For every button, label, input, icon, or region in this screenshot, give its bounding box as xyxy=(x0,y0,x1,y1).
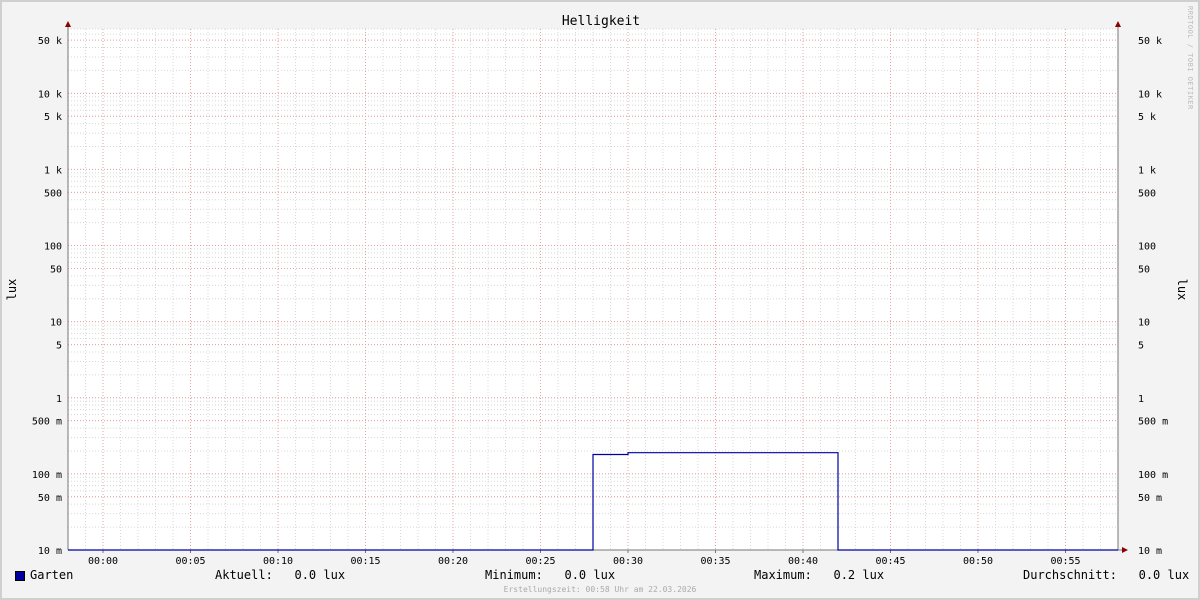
y-tick-label-left: 500 m xyxy=(32,417,62,428)
chart-frame: 50 k 50 k 10 k 10 k5 k5 k1 k1 k 500 500 100 100… xyxy=(0,0,1200,600)
y-tick-label-right: 50 xyxy=(1138,264,1150,275)
x-tick-label: 00:00 xyxy=(88,556,118,567)
x-tick-label: 00:55 xyxy=(1050,556,1080,567)
y-tick-label-left: 50 xyxy=(50,264,62,275)
y-tick-label-right: 5 k xyxy=(1138,112,1156,123)
y-tick-label-right: 50 m xyxy=(1138,493,1162,504)
legend-series-name: Garten xyxy=(30,568,74,582)
x-tick-label: 00:30 xyxy=(613,556,643,567)
y-axis-left-arrow xyxy=(65,21,71,27)
y-tick-label-right: 10 k xyxy=(1138,89,1162,100)
y-tick-label-left: 100 m xyxy=(32,470,62,481)
y-tick-label-right: 100 m xyxy=(1138,470,1168,481)
legend-aktuell: Aktuell: 0.0 lux xyxy=(215,568,346,582)
x-tick-label: 00:35 xyxy=(700,556,730,567)
y-tick-label-right: 10 xyxy=(1138,318,1150,329)
chart-svg: 50 k 50 k10 k 10 k5 k5 k1 k1 k500 500100 100… xyxy=(5,14,1189,567)
y-tick-label-right: 5 xyxy=(1138,341,1144,352)
legend-durchschnitt: Durchschnitt: 0.0 lux xyxy=(1023,568,1190,582)
y-tick-label-right: 100 xyxy=(1138,242,1156,253)
y-tick-label-right: 1 xyxy=(1138,394,1144,405)
y-tick-label-left: 5 xyxy=(56,341,62,352)
x-tick-label: 00:15 xyxy=(350,556,380,567)
legend-maximum: Maximum: 0.2 lux xyxy=(754,568,885,582)
y-tick-label-left: 1 k xyxy=(44,165,62,176)
chart-title: Helligkeit xyxy=(562,14,640,29)
y-tick-label-left: 10 k xyxy=(38,89,62,100)
x-tick-label: 00:10 xyxy=(263,556,293,567)
x-tick-label: 00:50 xyxy=(963,556,993,567)
x-tick-label: 00:25 xyxy=(525,556,555,567)
y-tick-label-left: 50 k xyxy=(38,36,62,47)
creation-time-footer: Erstellungszeit: 00:58 Uhr am 22.03.2026 xyxy=(503,585,697,594)
x-axis-arrow xyxy=(1122,547,1128,553)
y-tick-label-right: 500 xyxy=(1138,188,1156,199)
y-tick-label-left: 10 xyxy=(50,318,62,329)
y-tick-label-left: 1 xyxy=(56,394,62,405)
y-tick-label-right: 500 m xyxy=(1138,417,1168,428)
y-tick-label-left: 500 xyxy=(44,188,62,199)
x-tick-label: 00:40 xyxy=(788,556,818,567)
y-tick-label-left: 10 m xyxy=(38,546,62,557)
y-tick-label-right: 1 k xyxy=(1138,165,1156,176)
legend-minimum: Minimum: 0.0 lux xyxy=(485,568,616,582)
y-tick-label-right: 10 m xyxy=(1138,546,1162,557)
x-tick-label: 00:20 xyxy=(438,556,468,567)
y-tick-label-right: 50 k xyxy=(1138,36,1162,47)
y-tick-label-left: 100 xyxy=(44,242,62,253)
x-tick-label: 00:45 xyxy=(875,556,905,567)
y-axis-label-left: lux xyxy=(5,279,19,301)
y-axis-right-arrow xyxy=(1115,21,1121,27)
legend-swatch-garten xyxy=(15,571,25,581)
y-axis-label-right: lux xyxy=(1175,279,1189,301)
y-tick-label-left: 50 m xyxy=(38,493,62,504)
rrdtool-watermark: RRDTOOL / TOBI OETIKER xyxy=(1186,6,1194,110)
y-tick-label-left: 5 k xyxy=(44,112,62,123)
x-tick-label: 00:05 xyxy=(175,556,205,567)
